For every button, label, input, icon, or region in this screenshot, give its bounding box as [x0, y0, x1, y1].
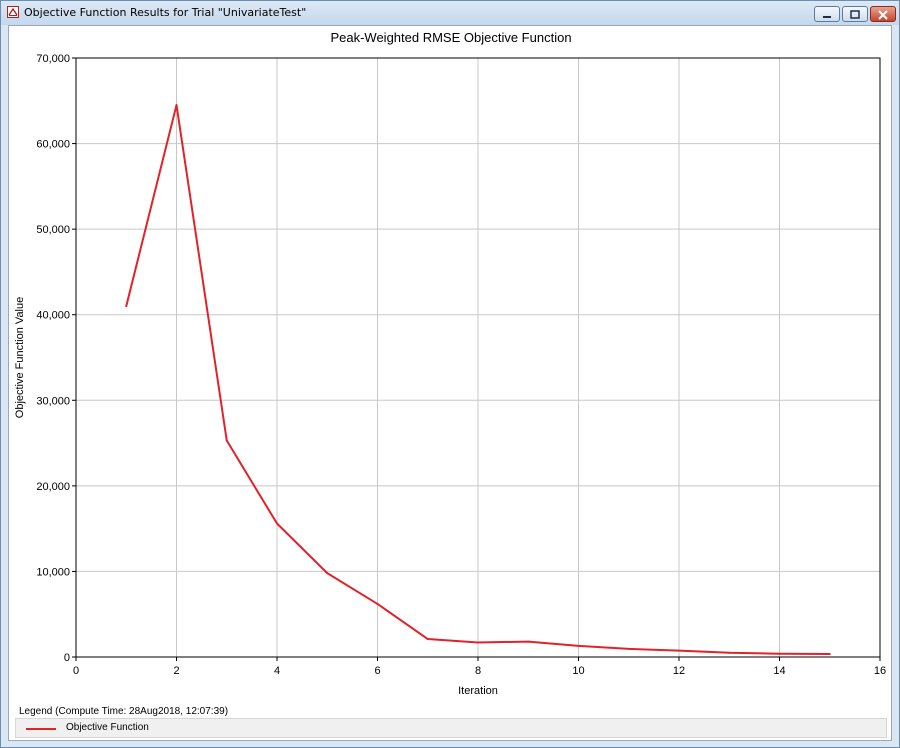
minimize-button[interactable] — [814, 6, 840, 22]
data-point — [125, 305, 128, 308]
maximize-button[interactable] — [842, 6, 868, 22]
close-icon — [878, 10, 888, 20]
x-tick-label: 6 — [374, 665, 380, 677]
x-tick-label: 0 — [73, 665, 79, 677]
data-point — [477, 641, 479, 644]
y-tick-label: 10,000 — [36, 566, 70, 578]
y-tick-label: 30,000 — [36, 395, 70, 407]
line-chart: 0 2 4 6 8 10 12 14 16 0 10,000 20,000 30,000 40,000 50… — [14, 53, 886, 697]
y-tick-label: 60,000 — [36, 139, 70, 151]
data-point — [326, 572, 329, 575]
x-tick-label: 12 — [673, 665, 685, 677]
data-point — [225, 439, 228, 442]
data-point — [426, 638, 429, 641]
legend-label-objective-function: Objective Function — [66, 722, 149, 733]
legend-box: Objective Function — [15, 718, 887, 738]
data-point — [627, 647, 630, 650]
app-icon[interactable] — [7, 6, 19, 18]
chart-panel: Peak-Weighted RMSE Objective Function 02… — [8, 25, 892, 741]
data-point — [728, 651, 731, 654]
data-point — [577, 644, 580, 647]
y-tick-label: 50,000 — [36, 224, 70, 236]
y-tick-label: 0 — [64, 652, 70, 664]
x-tick-label: 10 — [572, 665, 584, 677]
data-point — [678, 649, 680, 652]
y-tick-label: 70,000 — [36, 53, 70, 65]
title-bar[interactable]: Objective Function Results for Trial "Un… — [1, 1, 899, 25]
data-point — [175, 104, 178, 107]
y-tick-label: 20,000 — [36, 481, 70, 493]
x-tick-label: 14 — [773, 665, 785, 677]
y-tick-label: 40,000 — [36, 310, 70, 322]
data-point — [828, 653, 831, 656]
x-tick-label: 16 — [874, 665, 886, 677]
data-point — [276, 522, 278, 525]
window-title: Objective Function Results for Trial "Un… — [24, 6, 307, 19]
y-axis-label: Objective Function Value — [14, 297, 26, 418]
data-point — [778, 652, 781, 655]
data-point — [376, 602, 379, 605]
x-tick-label: 8 — [475, 665, 481, 677]
close-button[interactable] — [870, 6, 896, 22]
data-point — [527, 640, 530, 643]
legend-swatch-objective-function — [26, 728, 56, 730]
x-tick-label: 4 — [274, 665, 280, 677]
minimize-icon — [823, 16, 831, 18]
x-tick-label: 2 — [173, 665, 179, 677]
x-axis-label: Iteration — [458, 685, 498, 697]
app-window: Objective Function Results for Trial "Un… — [0, 0, 900, 748]
legend: Legend (Compute Time: 28Aug2018, 12:07:3… — [9, 702, 893, 742]
legend-header: Legend (Compute Time: 28Aug2018, 12:07:3… — [19, 706, 229, 717]
maximize-icon — [850, 10, 860, 19]
